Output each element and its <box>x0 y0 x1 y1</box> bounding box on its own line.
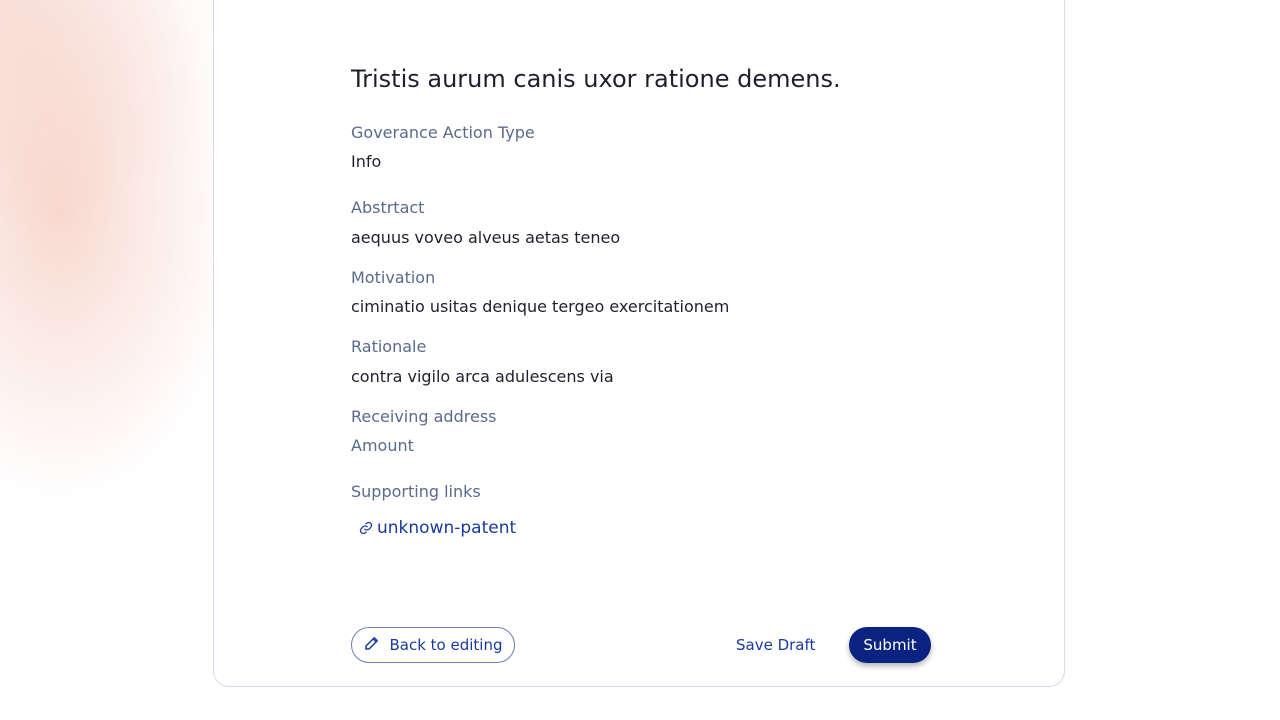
governance-action-type-value: Info <box>351 152 382 171</box>
rationale-label: Rationale <box>351 337 427 356</box>
supporting-link[interactable]: unknown-patent <box>359 518 516 538</box>
supporting-links-label: Supporting links <box>351 482 481 501</box>
motivation-label: Motivation <box>351 268 436 287</box>
page-title: Tristis aurum canis uxor ratione demens. <box>351 65 841 93</box>
motivation-value: ciminatio usitas denique tergeo exercita… <box>351 297 730 316</box>
abstract-label: Abstrtact <box>351 198 425 217</box>
review-card: Tristis aurum canis uxor ratione demens.… <box>213 0 1065 687</box>
pencil-icon <box>363 634 381 656</box>
submit-button[interactable]: Submit <box>849 627 931 663</box>
supporting-link-text: unknown-patent <box>377 518 517 538</box>
back-to-editing-button[interactable]: Back to editing <box>351 627 515 663</box>
receiving-address-label: Receiving address <box>351 407 497 426</box>
amount-label: Amount <box>351 436 414 455</box>
save-draft-button[interactable]: Save Draft <box>736 627 815 663</box>
back-to-editing-label: Back to editing <box>389 636 503 654</box>
rationale-value: contra vigilo arca adulescens via <box>351 367 614 386</box>
governance-action-type-label: Goverance Action Type <box>351 123 535 142</box>
abstract-value: aequus voveo alveus aetas teneo <box>351 228 621 247</box>
link-icon <box>359 521 373 535</box>
